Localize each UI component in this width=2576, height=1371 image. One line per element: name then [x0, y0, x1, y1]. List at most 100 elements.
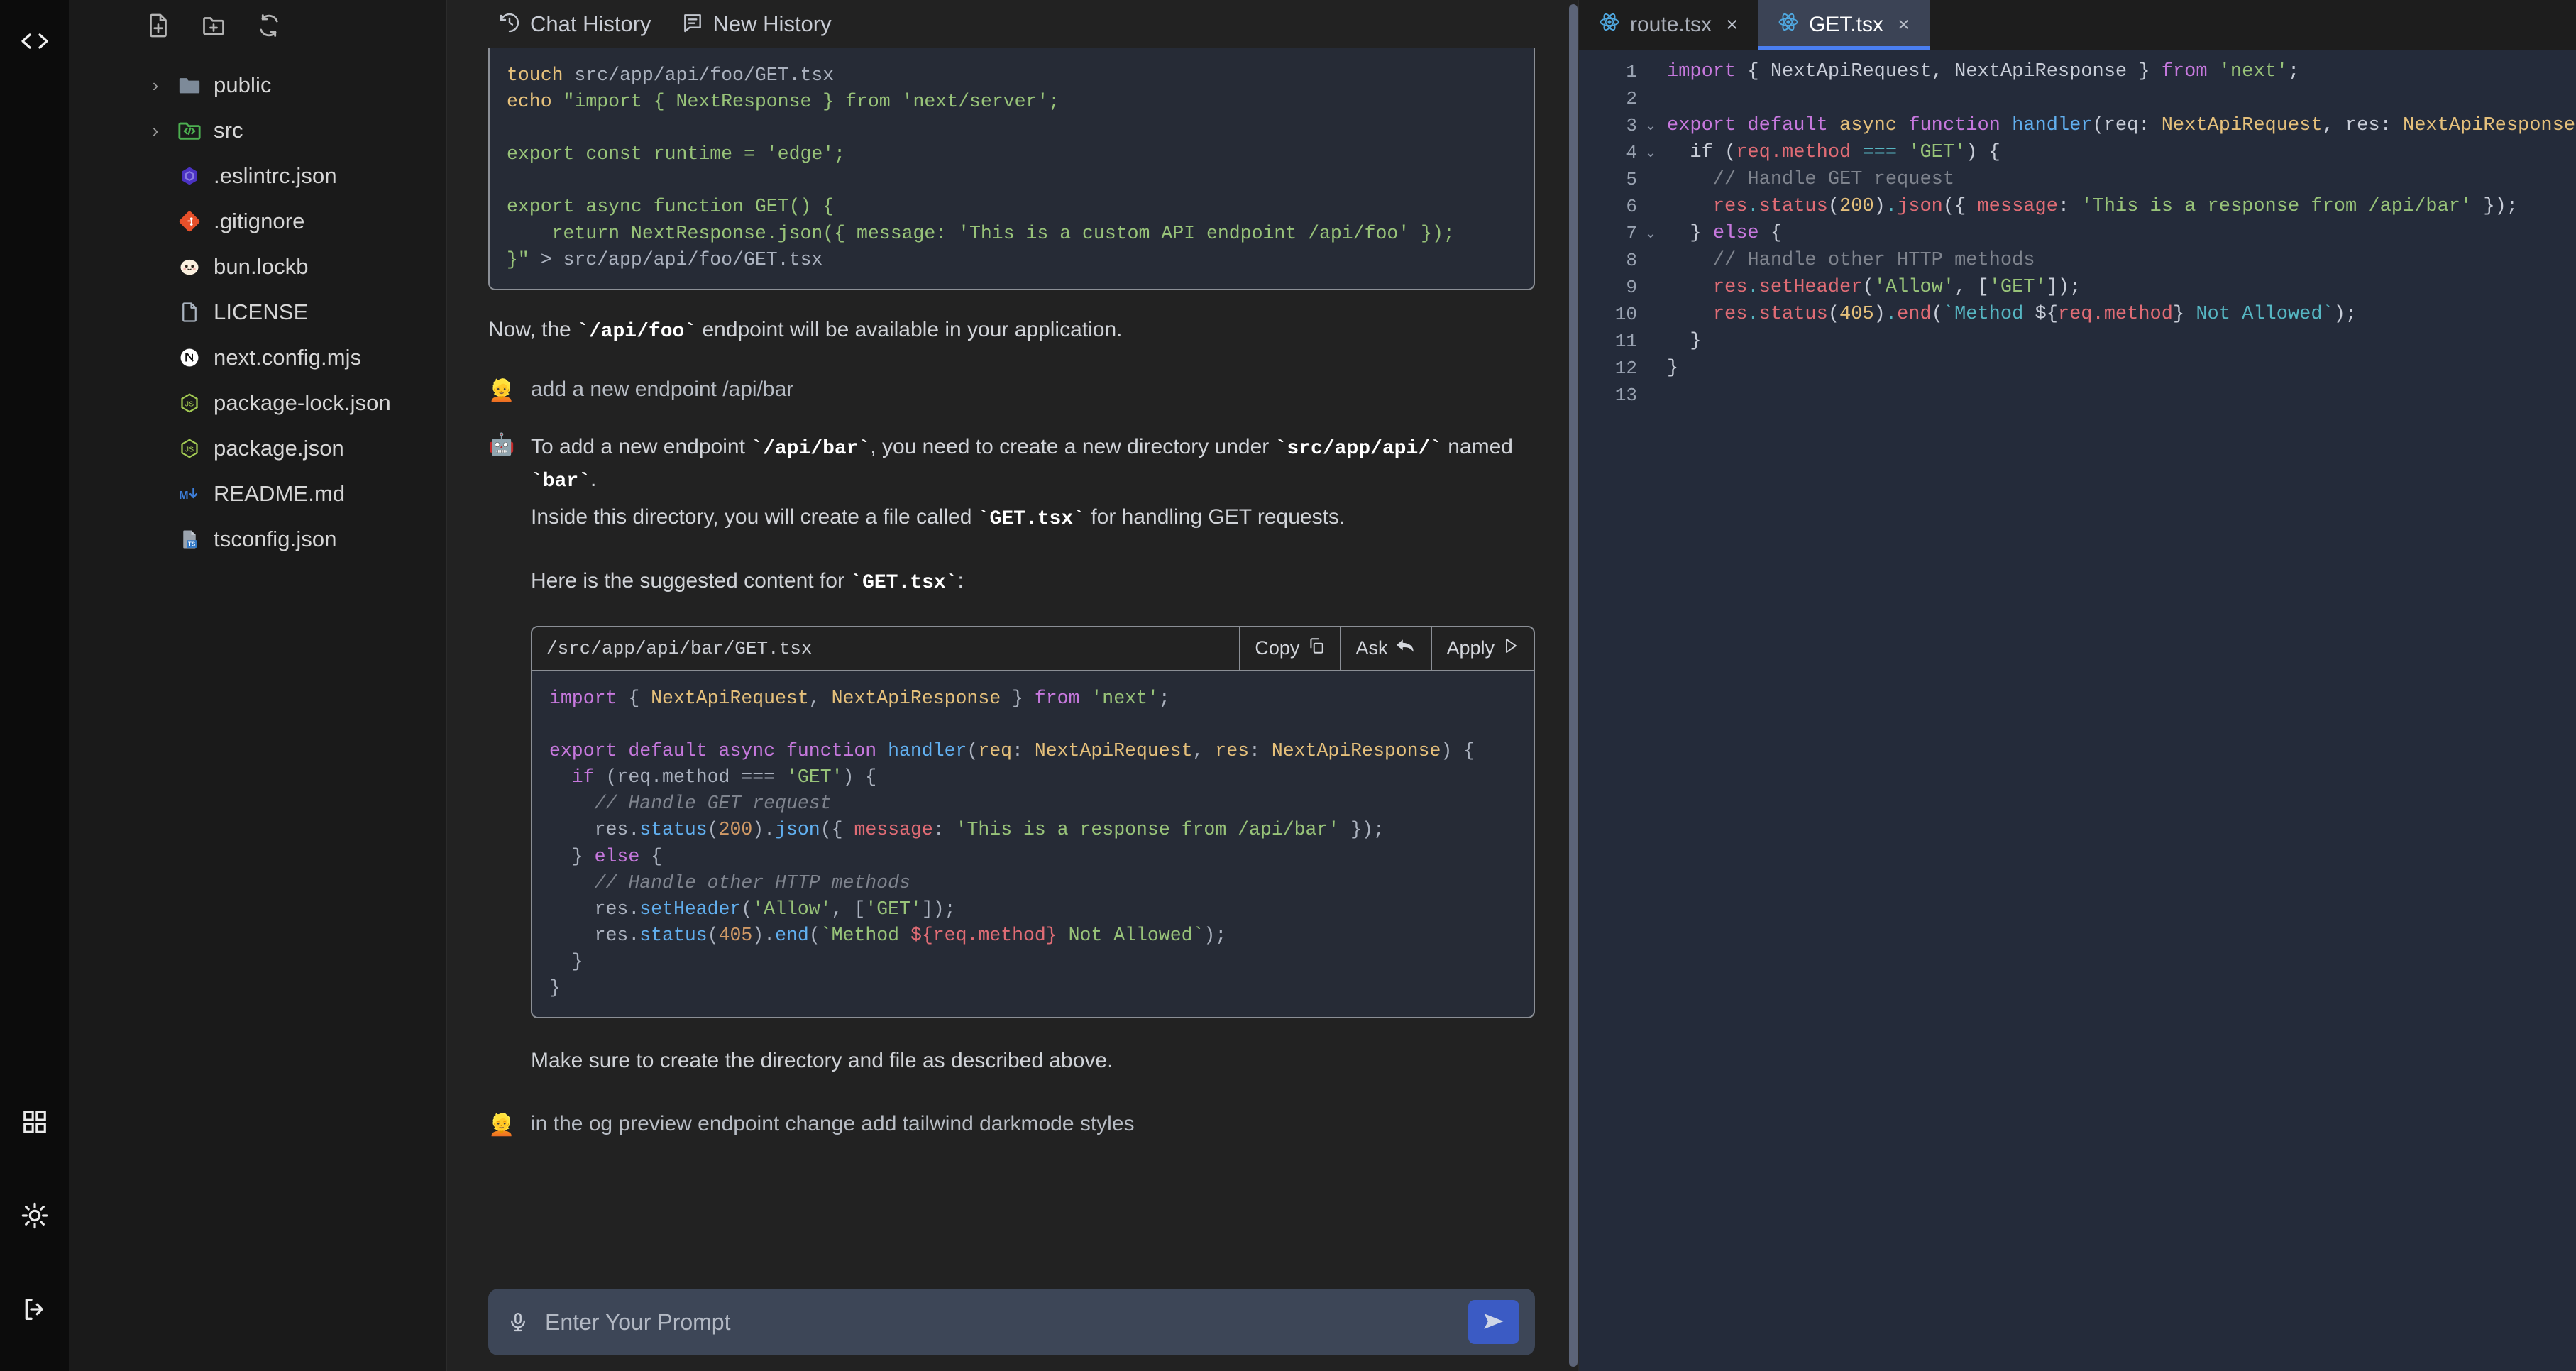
al1-b: , you need to create a new directory und…: [870, 435, 1275, 458]
folder-src-icon: [171, 119, 208, 143]
new-file-icon[interactable]: [143, 10, 174, 41]
reply-arrow-icon: [1395, 637, 1416, 660]
apply-button[interactable]: Apply: [1431, 627, 1534, 670]
app-root: ›public›src.eslintrc.json .gitignore bun.l…: [0, 0, 2576, 1371]
editor-tabs: route.tsx×GET.tsx×: [1579, 0, 2576, 50]
svg-text:TS: TS: [188, 541, 195, 548]
user-message-1: 👱 add a new endpoint /api/bar: [488, 378, 1535, 402]
chat-messages-scroll[interactable]: touch src/app/api/foo/GET.tsx echo "impo…: [447, 48, 1578, 1289]
sun-icon[interactable]: [16, 1196, 54, 1235]
al2-b: for handling GET requests.: [1085, 505, 1345, 529]
editor-line[interactable]: 8 // Handle other HTTP methods: [1579, 247, 2576, 274]
chat-scrollbar[interactable]: [1569, 4, 1578, 1367]
al1-code1: `/api/bar`: [751, 438, 870, 460]
line-number: 5: [1579, 169, 1641, 190]
prompt-input[interactable]: [532, 1309, 1468, 1336]
tree-item-package-json[interactable]: JSpackage.json: [69, 426, 446, 471]
line-number: 8: [1579, 250, 1641, 271]
editor-line[interactable]: 13: [1579, 382, 2576, 409]
close-icon[interactable]: ×: [1726, 13, 1738, 37]
code-brackets-icon[interactable]: [13, 27, 56, 55]
assistant-line-2: Inside this directory, you will create a…: [531, 502, 1535, 534]
editor-line[interactable]: 4⌄ if (req.method === 'GET') {: [1579, 139, 2576, 166]
assistant-note-2: Make sure to create the directory and fi…: [531, 1045, 1535, 1077]
editor-line[interactable]: 7⌄ } else {: [1579, 220, 2576, 247]
fold-chevron-icon[interactable]: ⌄: [1641, 224, 1660, 243]
new-history-button[interactable]: New History: [671, 7, 842, 42]
tab-label: route.tsx: [1630, 13, 1712, 37]
document-icon: [171, 301, 208, 324]
line-number: 1: [1579, 61, 1641, 82]
editor-line[interactable]: 6 res.status(200).json({ message: 'This …: [1579, 193, 2576, 220]
copy-button[interactable]: Copy: [1239, 627, 1340, 670]
chevron-right-icon[interactable]: ›: [140, 120, 171, 142]
tree-item-readme-md[interactable]: MREADME.md: [69, 471, 446, 517]
al1-code2: `src/app/api/`: [1275, 438, 1442, 460]
tree-item-package-lock-json[interactable]: JSpackage-lock.json: [69, 380, 446, 426]
close-icon[interactable]: ×: [1898, 13, 1910, 37]
folder-icon: [171, 73, 208, 97]
refresh-icon[interactable]: [253, 10, 285, 41]
line-number: 3: [1579, 115, 1641, 136]
send-button[interactable]: [1468, 1300, 1519, 1344]
editor-line[interactable]: 3⌄export default async function handler(…: [1579, 112, 2576, 139]
line-number: 12: [1579, 358, 1641, 379]
copy-icon: [1307, 637, 1326, 660]
line-number: 9: [1579, 277, 1641, 298]
tree-item-next-config-mjs[interactable]: next.config.mjs: [69, 335, 446, 380]
tree-item-src[interactable]: ›src: [69, 108, 446, 153]
line-number: 7: [1579, 223, 1641, 244]
prompt-box[interactable]: [488, 1289, 1535, 1355]
editor-line[interactable]: 5 // Handle GET request: [1579, 166, 2576, 193]
file-explorer: ›public›src.eslintrc.json .gitignore bun.l…: [69, 0, 447, 1371]
file-tree: ›public›src.eslintrc.json .gitignore bun.l…: [69, 51, 446, 562]
line-content: res.status(405).end(`Method ${req.method…: [1660, 304, 2576, 325]
new-chat-icon: [681, 11, 704, 38]
tree-item-label: package.json: [208, 436, 344, 461]
editor-line[interactable]: 10 res.status(405).end(`Method ${req.met…: [1579, 301, 2576, 328]
line-content: export default async function handler(re…: [1660, 115, 2576, 136]
git-icon: [171, 211, 208, 232]
microphone-icon[interactable]: [504, 1311, 532, 1333]
note1-code: `/api/foo`: [577, 321, 696, 343]
user-message-1-text: add a new endpoint /api/bar: [531, 378, 1535, 402]
fold-chevron-icon[interactable]: ⌄: [1641, 116, 1660, 135]
line-content: }: [1660, 331, 2576, 352]
svg-text:JS: JS: [185, 400, 194, 409]
chat-history-button[interactable]: Chat History: [488, 7, 661, 42]
tree-item-bun-lockb[interactable]: bun.lockb: [69, 244, 446, 290]
editor-line[interactable]: 1import { NextApiRequest, NextApiRespons…: [1579, 58, 2576, 85]
editor-line[interactable]: 9 res.setHeader('Allow', ['GET']);: [1579, 274, 2576, 301]
note1-prefix: Now, the: [488, 318, 577, 341]
line-content: // Handle other HTTP methods: [1660, 250, 2576, 271]
fold-chevron-icon[interactable]: ⌄: [1641, 143, 1660, 162]
tree-item-gitignore[interactable]: .gitignore: [69, 199, 446, 244]
tree-item-eslintrc-json[interactable]: .eslintrc.json: [69, 153, 446, 199]
chevron-right-icon[interactable]: ›: [140, 75, 171, 97]
editor-line[interactable]: 12}: [1579, 355, 2576, 382]
tree-item-public[interactable]: ›public: [69, 62, 446, 108]
tree-item-license[interactable]: LICENSE: [69, 290, 446, 335]
line-content: // Handle GET request: [1660, 169, 2576, 190]
new-folder-icon[interactable]: [198, 10, 229, 41]
tree-item-label: .gitignore: [208, 209, 305, 234]
tree-item-tsconfig-json[interactable]: TS tsconfig.json: [69, 517, 446, 562]
editor-tab-get-tsx[interactable]: GET.tsx×: [1758, 0, 1930, 50]
svg-text:M: M: [179, 490, 188, 502]
editor-tab-route-tsx[interactable]: route.tsx ×: [1579, 0, 1758, 50]
editor-line[interactable]: 2: [1579, 85, 2576, 112]
tree-item-label: LICENSE: [208, 299, 308, 325]
logout-icon[interactable]: [16, 1290, 54, 1328]
grid-icon[interactable]: [16, 1103, 54, 1141]
user-avatar: 👱: [488, 378, 517, 402]
tree-item-label: tsconfig.json: [208, 527, 337, 552]
editor-line[interactable]: 11 }: [1579, 328, 2576, 355]
al1-d: .: [590, 468, 596, 491]
editor-code-area[interactable]: 1import { NextApiRequest, NextApiRespons…: [1579, 50, 2576, 1371]
line-content: }: [1660, 358, 2576, 379]
ask-button[interactable]: Ask: [1340, 627, 1431, 670]
assistant-message: 🤖 To add a new endpoint `/api/bar`, you …: [488, 431, 1535, 1077]
code-block-toolbar: /src/app/api/bar/GET.tsx Copy Ask Apply: [532, 627, 1534, 671]
new-history-label: New History: [713, 11, 832, 37]
user-message-2-text: in the og preview endpoint change add ta…: [531, 1112, 1535, 1136]
